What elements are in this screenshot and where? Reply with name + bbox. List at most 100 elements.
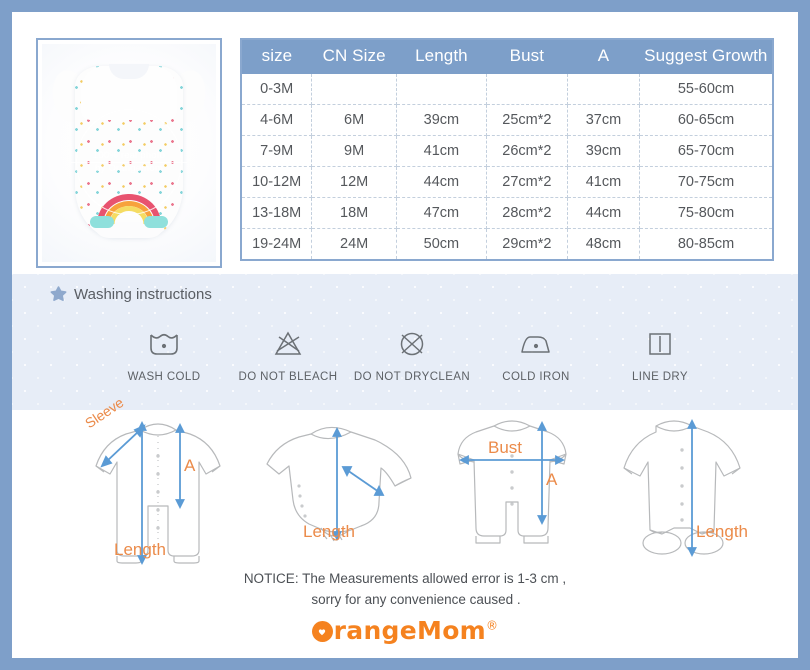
diagram-label-length: Length (696, 522, 748, 541)
cell-size: 4-6M (241, 104, 313, 136)
cell-bust: 26cm*2 (486, 135, 568, 167)
column-header-cn-size: CN Size (311, 39, 397, 74)
column-header-bust: Bust (486, 39, 568, 74)
product-photo-card: 100% real photo by Orangemom (36, 38, 222, 268)
diagram-short-sleeve-romper: Bust A (432, 410, 612, 570)
heart-icon (318, 628, 326, 635)
cell-growth: 65-70cm (639, 135, 773, 167)
notice-block: NOTICE: The Measurements allowed error i… (12, 568, 798, 610)
washing-instructions-section: Washing instructions WASH COLD DO NOT BL… (12, 274, 798, 410)
cell-cn: 9M (311, 135, 397, 167)
cell-bust: 27cm*2 (486, 166, 568, 198)
wash-symbol-label: LINE DRY (631, 371, 689, 383)
cell-cn: 24M (311, 228, 397, 260)
cell-length (396, 74, 487, 105)
star-icon (50, 286, 67, 303)
size-chart-page: 100% real photo by Orangemom size CN Siz… (0, 0, 810, 670)
cell-length: 39cm (396, 104, 487, 136)
wash-symbol-do-not-dryclean: DO NOT DRYCLEAN (350, 326, 474, 383)
page-inner: 100% real photo by Orangemom size CN Siz… (12, 12, 798, 658)
cell-a (567, 74, 641, 105)
cell-growth: 75-80cm (639, 197, 773, 229)
diagram-long-sleeve-bodysuit: Length (255, 410, 435, 570)
wash-symbol-label: DO NOT BLEACH (238, 371, 338, 383)
size-chart-table: size CN Size Length Bust A Suggest Growt… (240, 38, 774, 261)
cloud-right (144, 216, 168, 228)
washing-symbols-row: WASH COLD DO NOT BLEACH DO NOT DRYCLEAN … (102, 326, 722, 383)
cell-a: 44cm (567, 197, 641, 229)
table-row: 0-3M 55-60cm (241, 74, 773, 105)
diagram-label-a: A (546, 470, 558, 489)
table-row: 13-18M 18M 47cm 28cm*2 44cm 75-80cm (241, 197, 773, 229)
diagram-label-a: A (184, 456, 196, 475)
cell-length: 44cm (396, 166, 487, 198)
wash-symbol-do-not-bleach: DO NOT BLEACH (226, 326, 350, 383)
cell-size: 10-12M (241, 166, 313, 198)
wash-symbol-line-dry: LINE DRY (598, 326, 722, 383)
cell-length: 50cm (396, 228, 487, 260)
diagram-label-length: Length (303, 522, 355, 541)
diagram-long-sleeve-romper-front: Sleeve A Length (78, 394, 258, 570)
table-header-row: size CN Size Length Bust A Suggest Growt… (241, 39, 773, 74)
brand-o-heart-icon (311, 621, 333, 642)
measurement-diagrams: Sleeve A Length Length Bust A Length (12, 394, 798, 570)
do-not-bleach-icon (271, 326, 305, 362)
cell-bust: 25cm*2 (486, 104, 568, 136)
cell-a: 39cm (567, 135, 641, 167)
line-dry-icon (644, 326, 676, 362)
diagram-label-bust: Bust (488, 438, 523, 457)
cell-size: 7-9M (241, 135, 313, 167)
table-row: 4-6M 6M 39cm 25cm*2 37cm 60-65cm (241, 104, 773, 136)
notice-line-2: sorry for any convenience caused . (311, 592, 521, 607)
cell-cn: 6M (311, 104, 397, 136)
table-row: 19-24M 24M 50cm 29cm*2 48cm 80-85cm (241, 228, 773, 260)
cell-growth: 55-60cm (639, 74, 773, 105)
wash-symbol-label: WASH COLD (127, 371, 201, 383)
diagram-footed-sleepsuit: Length (592, 410, 772, 570)
wash-symbol-label: COLD IRON (502, 371, 570, 383)
table-row: 7-9M 9M 41cm 26cm*2 39cm 65-70cm (241, 135, 773, 167)
cell-cn: 18M (311, 197, 397, 229)
cell-cn: 12M (311, 166, 397, 198)
cell-bust: 29cm*2 (486, 228, 568, 260)
column-header-length: Length (396, 39, 487, 74)
column-header-suggest-growth: Suggest Growth (639, 39, 773, 74)
rainbow-applique (90, 194, 168, 228)
brand-wordmark: rangeMom® (311, 616, 499, 645)
wash-cold-icon (147, 326, 181, 362)
cell-a: 37cm (567, 104, 641, 136)
product-photo: 100% real photo by Orangemom (42, 44, 216, 262)
notice-line-1: NOTICE: The Measurements allowed error i… (243, 571, 567, 586)
registered-mark: ® (486, 618, 499, 633)
brand-logo: rangeMom® (12, 616, 798, 645)
brand-name-rest: range (333, 616, 418, 645)
column-header-a: A (567, 39, 640, 74)
top-area: 100% real photo by Orangemom size CN Siz… (12, 12, 798, 274)
cell-a: 48cm (567, 228, 641, 260)
cell-bust: 28cm*2 (486, 197, 568, 229)
romper-illustration (48, 54, 210, 254)
cell-cn (311, 74, 397, 105)
column-header-size: size (241, 39, 312, 74)
cold-iron-icon (518, 326, 554, 362)
cell-size: 0-3M (241, 74, 313, 105)
cell-growth: 60-65cm (639, 104, 773, 136)
table-row: 10-12M 12M 44cm 27cm*2 41cm 70-75cm (241, 166, 773, 198)
cell-size: 19-24M (241, 228, 313, 260)
diagram-label-length: Length (114, 540, 166, 559)
washing-instructions-title: Washing instructions (50, 286, 212, 303)
cell-size: 13-18M (241, 197, 313, 229)
cloud-left (90, 216, 114, 228)
cell-length: 41cm (396, 135, 487, 167)
wash-symbol-label: DO NOT DRYCLEAN (353, 371, 471, 383)
cell-growth: 70-75cm (639, 166, 773, 198)
wash-symbol-cold-iron: COLD IRON (474, 326, 598, 383)
cell-growth: 80-85cm (639, 228, 773, 260)
do-not-dryclean-icon (395, 326, 429, 362)
brand-name-mom: Mom (417, 616, 487, 645)
cell-bust (486, 74, 568, 105)
cell-length: 47cm (396, 197, 487, 229)
cell-a: 41cm (567, 166, 641, 198)
washing-instructions-label: Washing instructions (74, 286, 212, 303)
wash-symbol-wash-cold: WASH COLD (102, 326, 226, 383)
